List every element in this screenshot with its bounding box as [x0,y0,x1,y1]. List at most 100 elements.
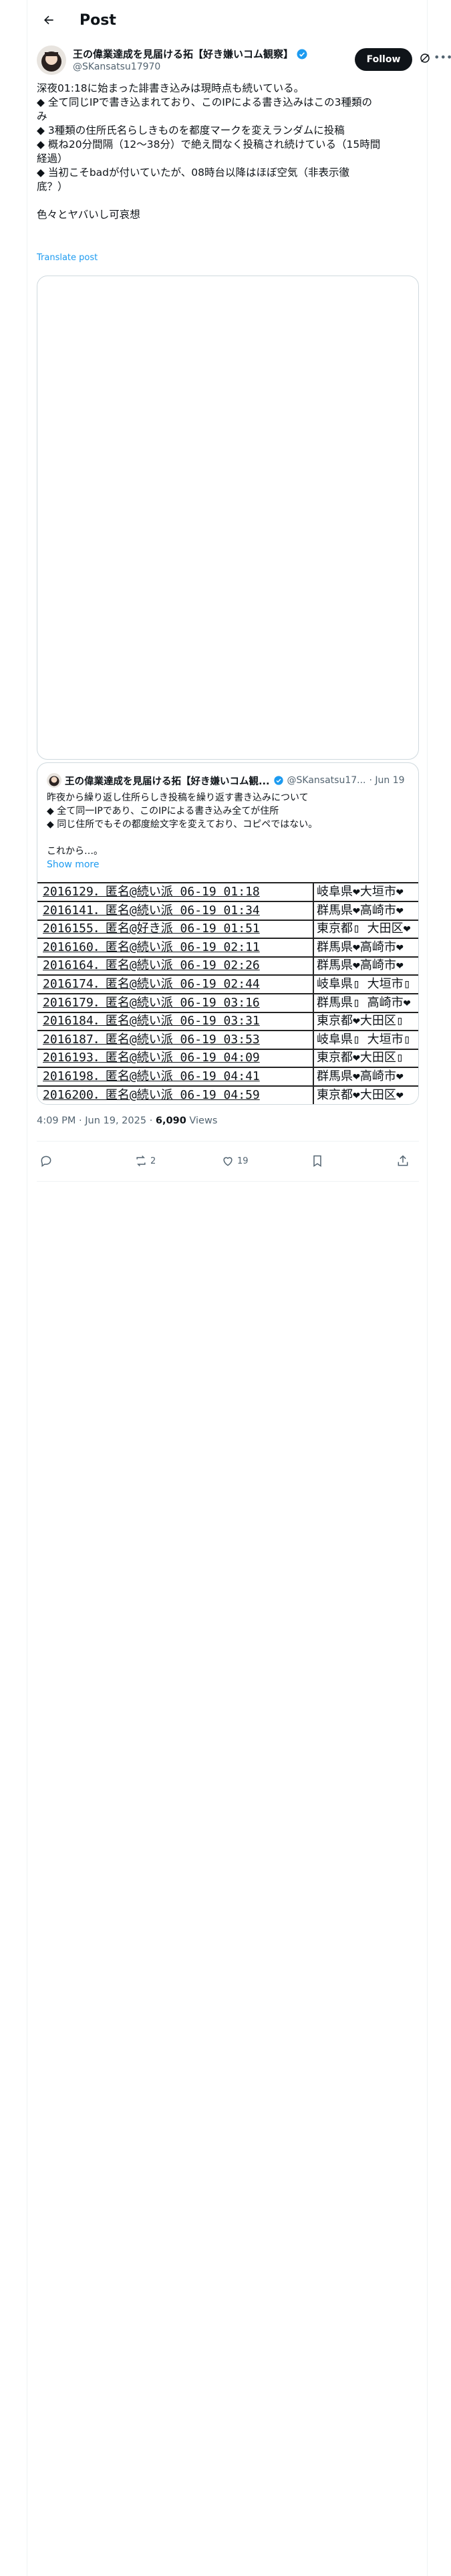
receipt-row-address: 東京都▯ 大田区❤ [317,922,411,936]
tweet-line: ◆ 当初こそbadが付いていたが、08時台以降はほぼ空気（非表示徹 [37,167,349,179]
receipt-separator [313,920,314,938]
action-bar: 2 19 [37,1149,419,1173]
quote-line: ◆ 同じ住所でもその都度絵文字を変えており、コピペではない。 [47,819,318,830]
tweet-line: み [37,110,47,122]
follow-button[interactable]: Follow [355,48,412,71]
back-button[interactable] [37,8,61,32]
receipt-row-address: 東京都❤大田区❤ [317,1087,404,1102]
show-more-link[interactable]: Show more [47,858,412,871]
repost-icon [136,1155,146,1167]
quote-header: 王の偉業達成を見届ける拓【好き嫌いコム観... @SKansatsu17... … [47,772,412,788]
receipt-separator [313,901,314,920]
translate-post-link[interactable]: Translate post [37,253,98,263]
receipt-separator [313,1086,314,1104]
quote-author-name: 王の偉業達成を見届ける拓【好き嫌いコム観... [65,776,270,787]
author-handle[interactable]: @SKansatsu17970 [73,62,160,72]
author-block: 王の偉業達成を見届ける拓【好き嫌いコム観察】 @SKansatsu17970 F… [37,45,451,78]
tweet-line: ◆ 3種類の住所氏名らしきものを都度マークを変えランダムに投稿 [37,124,345,136]
views-label: Views [186,1115,218,1126]
back-arrow-icon [44,15,53,25]
receipt-separator [313,957,314,975]
more-icon[interactable]: ••• [434,51,451,64]
quote-text: 昨夜から繰り返し住所らしき投稿を繰り返す書き込みについて ◆ 全て同一IPであり… [47,791,412,871]
receipt-separator [313,1068,314,1085]
quote-date: · Jun 19 [369,775,405,786]
receipt-row: 2016141．匿名@続い派 06-19 01:34 群馬県❤高崎市❤ [37,901,418,921]
tweet-line: 底？） [37,181,68,193]
views-count: 6,090 [155,1115,186,1126]
tweet-line: ◆ 概ね20分間隔（12〜38分）で絶え間なく投稿され続けている（15時間 [37,138,381,150]
receipt-row-address: 岐阜県▯ 大垣市▯ [317,977,411,991]
bookmark-button[interactable] [311,1149,324,1173]
receipt-row-post: 2016198．匿名@続い派 06-19 04:41 [43,1069,260,1083]
receipt-row-address: 群馬県▯ 高崎市❤ [317,995,411,1010]
divider [37,1181,419,1182]
quoted-post[interactable]: 王の偉業達成を見届ける拓【好き嫌いコム観... @SKansatsu17... … [37,762,419,1105]
tweet-line [37,194,419,208]
post-meta: 4:09 PM · Jun 19, 2025 · 6,090 Views [37,1115,217,1126]
like-icon [223,1157,233,1166]
page-title: Post [80,11,116,29]
receipt-row: 2016200．匿名@続い派 06-19 04:59 東京都❤大田区❤ [37,1086,418,1104]
receipt-row-address: 群馬県❤高崎市❤ [317,903,404,918]
tweet-line: 深夜01:18に始まった誹書き込みは現時点も続いている。 [37,82,305,94]
receipt-separator [313,994,314,1012]
receipt-row-post: 2016179．匿名@続い派 06-19 03:16 [43,995,260,1010]
tweet-line: ◆ 全て同じIPで書き込まれており、このIPによる書き込みはこの3種類の [37,96,373,108]
quote-image[interactable]: 2016129．匿名@続い派 06-19 01:18 岐阜県❤大垣市❤ 201614… [37,882,418,1104]
receipt-row-post: 2016160．匿名@続い派 06-19 02:11 [43,940,260,954]
receipt-row: 2016129．匿名@続い派 06-19 01:18 岐阜県❤大垣市❤ [37,883,418,902]
receipt-row: 2016187．匿名@続い派 06-19 03:53 岐阜県▯ 大垣市▯ [37,1031,418,1050]
author-name[interactable]: 王の偉業達成を見届ける拓【好き嫌いコム観察】 [73,47,293,61]
post-timestamp[interactable]: 4:09 PM · Jun 19, 2025 · [37,1115,156,1126]
receipt-row-address: 群馬県❤高崎市❤ [317,940,404,954]
receipt-separator [313,1012,314,1031]
receipt-row: 2016174．匿名@続い派 06-19 02:44 岐阜県▯ 大垣市▯ [37,976,418,994]
receipt-row-address: 岐阜県▯ 大垣市▯ [317,1032,411,1047]
receipt-separator [313,938,314,956]
like-button[interactable]: 19 [221,1149,249,1173]
divider [37,1141,419,1142]
reply-button[interactable] [39,1149,53,1173]
receipt-separator [313,1049,314,1067]
reply-icon [41,1156,51,1167]
receipt-row: 2016193．匿名@続い派 06-19 04:09 東京都❤大田区▯ [37,1049,418,1069]
like-count: 19 [237,1156,249,1166]
receipt-row-post: 2016184．匿名@続い派 06-19 03:31 [43,1014,260,1029]
tweet-text: 深夜01:18に始まった誹書き込みは現時点も続いている。 ◆ 全て同じIPで書き… [37,82,419,222]
main-column: Post 王の偉業達成を見届ける拓【好き嫌いコム観察】 @SKansatsu17… [27,0,451,2576]
quote-line: ◆ 全て同一IPであり、このIPによる書き込み全てが住所 [47,806,279,817]
quote-avatar [47,773,61,788]
quote-line: 昨夜から繰り返し住所らしき投稿を繰り返す書き込みについて [47,792,309,803]
verified-badge-icon [297,49,307,59]
receipt-row: 2016179．匿名@続い派 06-19 03:16 群馬県▯ 高崎市❤ [37,994,418,1013]
repost-count: 2 [150,1156,156,1166]
author-name-row: 王の偉業達成を見届ける拓【好き嫌いコム観察】 [73,47,308,61]
receipt-row-post: 2016200．匿名@続い派 06-19 04:59 [43,1087,260,1102]
receipt-row-address: 岐阜県❤大垣市❤ [317,885,404,899]
receipt-row-post: 2016193．匿名@続い派 06-19 04:09 [43,1051,260,1065]
receipt-separator [313,976,314,993]
quote-author-handle: @SKansatsu17... [287,775,366,786]
repost-button[interactable]: 2 [134,1149,156,1173]
receipt-row-post: 2016141．匿名@続い派 06-19 01:34 [43,903,260,918]
quote-line [47,831,412,845]
receipt-row-post: 2016155．匿名@好き派 06-19 01:51 [43,922,260,936]
share-button[interactable] [396,1149,410,1173]
grok-icon[interactable] [419,52,431,64]
share-icon [398,1155,408,1166]
receipt-separator [313,883,314,901]
verified-badge-icon [273,776,283,785]
receipt-row: 2016155．匿名@好き派 06-19 01:51 東京都▯ 大田区❤ [37,920,418,940]
receipt-row: 2016164．匿名@続い派 06-19 02:26 群馬県❤高崎市❤ [37,957,418,976]
receipt-row: 2016198．匿名@続い派 06-19 04:41 群馬県❤高崎市❤ [37,1068,418,1087]
media-card[interactable] [37,276,419,760]
bookmark-icon [313,1155,321,1167]
receipt-separator [313,1031,314,1049]
tweet-line: 色々とヤバいし可哀想 [37,209,140,221]
receipt-row: 2016160．匿名@続い派 06-19 02:11 群馬県❤高崎市❤ [37,938,418,958]
receipt-row-post: 2016164．匿名@続い派 06-19 02:26 [43,958,260,973]
receipt-row-post: 2016129．匿名@続い派 06-19 01:18 [43,885,260,899]
receipt-row-address: 東京都❤大田区▯ [317,1051,404,1065]
author-avatar[interactable] [37,45,66,75]
